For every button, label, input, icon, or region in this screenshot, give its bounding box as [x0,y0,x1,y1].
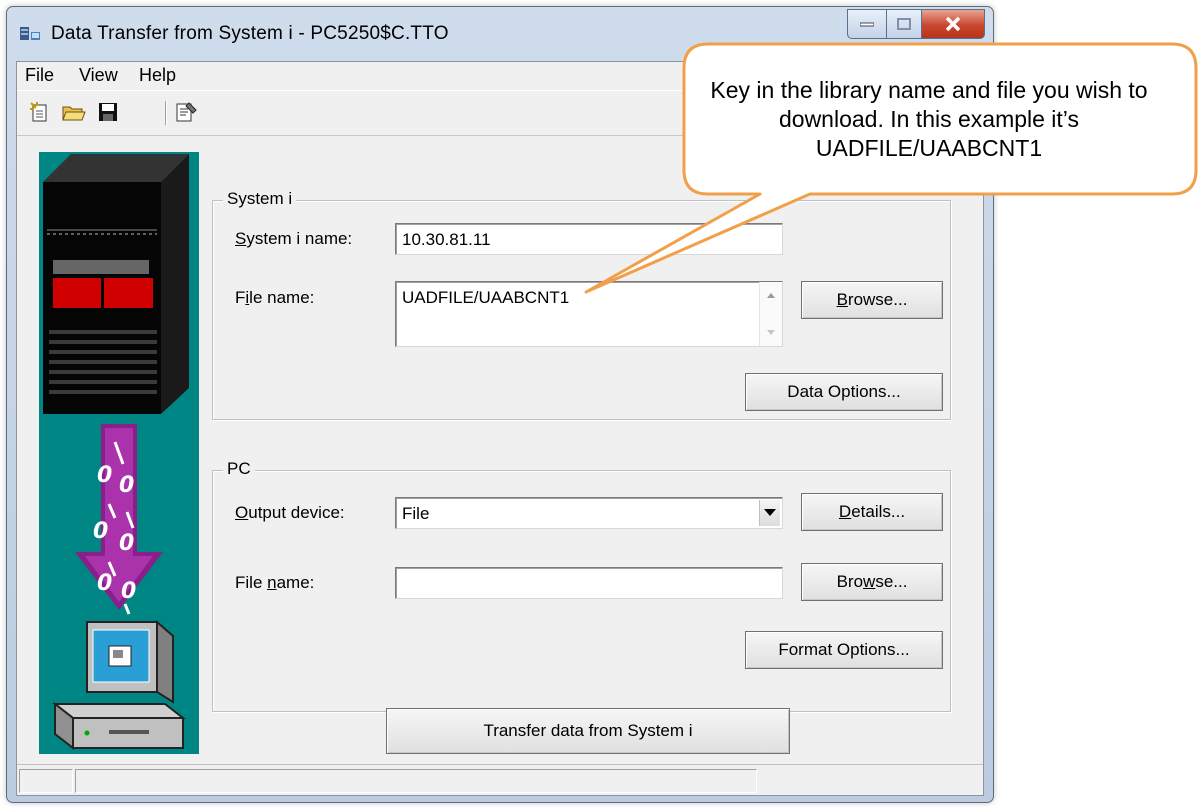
callout-text: Key in the library name and file you wis… [710,77,1148,161]
